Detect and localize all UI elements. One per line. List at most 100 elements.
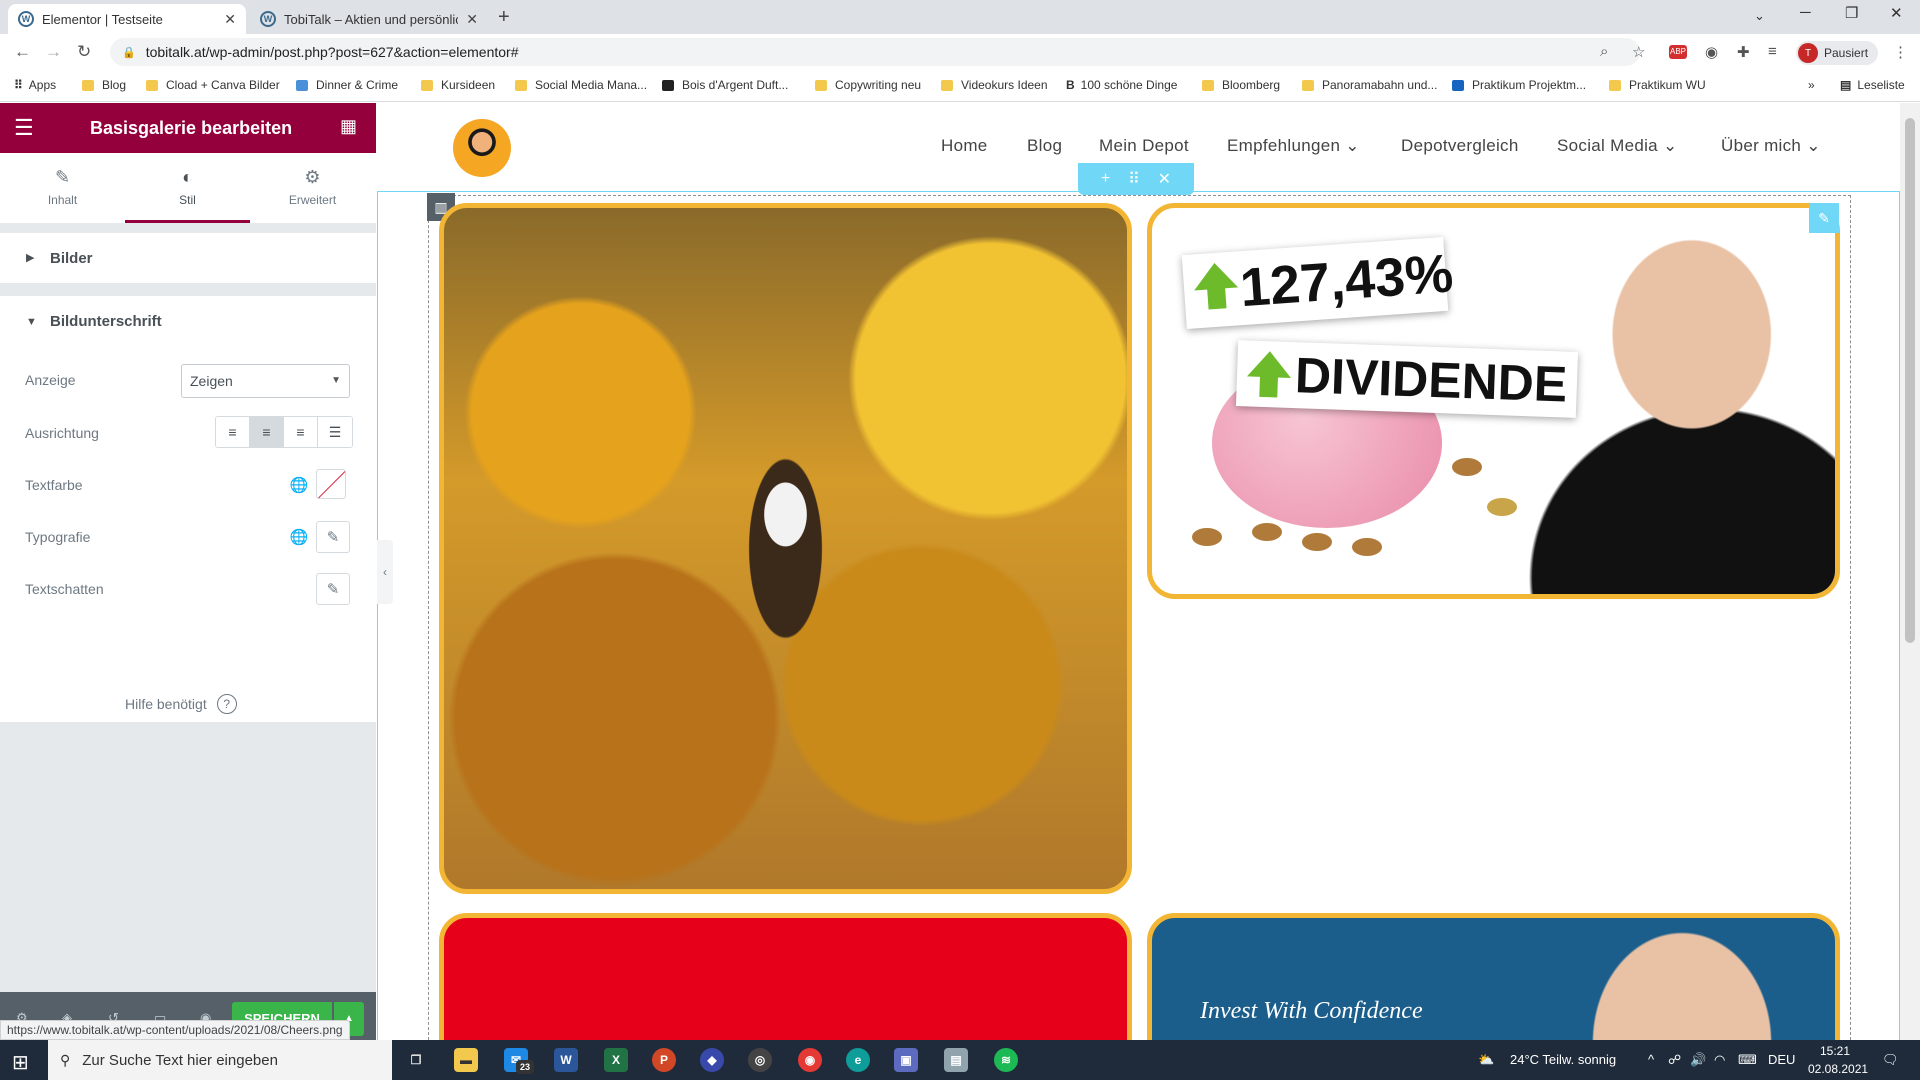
drag-handle-icon[interactable]: ⠿: [1128, 169, 1140, 189]
reload-icon[interactable]: ↻: [77, 42, 91, 62]
forward-icon[interactable]: →: [45, 42, 62, 62]
bookmark-star-icon[interactable]: ☆: [1632, 43, 1645, 61]
align-right-icon[interactable]: ≡: [284, 417, 318, 447]
b-icon: B: [1066, 78, 1075, 92]
task-view-icon[interactable]: ❐: [404, 1048, 428, 1072]
tab-erweitert[interactable]: ⚙ Erweitert: [250, 153, 375, 223]
delete-section-icon[interactable]: ✕: [1158, 169, 1171, 189]
edge-icon[interactable]: e: [846, 1048, 870, 1072]
tab-tobitalk[interactable]: W TobiTalk – Aktien und persönliche ✕: [250, 4, 488, 34]
globe-icon[interactable]: 🌐: [282, 469, 316, 501]
media-icon[interactable]: ≡: [1768, 43, 1777, 60]
site-logo[interactable]: [453, 119, 511, 177]
grammarly-icon[interactable]: ◉: [1705, 43, 1718, 61]
align-left-icon[interactable]: ≡: [216, 417, 250, 447]
taskbar-search[interactable]: ⚲ Zur Suche Text hier eingeben: [48, 1040, 392, 1080]
file-explorer-icon[interactable]: ▬: [454, 1048, 478, 1072]
nav-mein-depot[interactable]: Mein Depot: [1099, 136, 1189, 156]
reading-list[interactable]: ▤ Leseliste: [1840, 78, 1905, 92]
weather-icon[interactable]: ⛅: [1478, 1052, 1494, 1068]
bookmark-item[interactable]: Blog: [82, 78, 126, 92]
bookmark-item[interactable]: Praktikum Projektm...: [1452, 78, 1586, 92]
bookmark-item[interactable]: Copywriting neu: [815, 78, 921, 92]
collapse-panel-icon[interactable]: ‹: [377, 540, 393, 604]
section-bilder[interactable]: ▶ Bilder: [0, 233, 376, 283]
zoom-icon[interactable]: ⌕: [1600, 43, 1608, 60]
close-tab-icon[interactable]: ✕: [224, 11, 236, 28]
obs-icon[interactable]: ◎: [748, 1048, 772, 1072]
anzeige-select[interactable]: Zeigen ▼: [181, 364, 350, 398]
restore-icon[interactable]: ❐: [1845, 4, 1858, 22]
window-close-icon[interactable]: ✕: [1890, 4, 1903, 22]
nav-blog[interactable]: Blog: [1027, 136, 1062, 156]
language-indicator[interactable]: DEU: [1768, 1052, 1795, 1067]
wifi-icon[interactable]: ◠: [1714, 1052, 1725, 1068]
minimize-icon[interactable]: ─: [1800, 4, 1811, 21]
windows-start-icon[interactable]: ⊞: [12, 1050, 29, 1075]
spotify-icon[interactable]: ≋: [994, 1048, 1018, 1072]
powerpoint-icon[interactable]: P: [652, 1048, 676, 1072]
nav-home[interactable]: Home: [941, 136, 988, 156]
nav-ueber-mich[interactable]: Über mich ⌄: [1721, 136, 1821, 156]
close-tab-icon[interactable]: ✕: [466, 11, 478, 28]
profile-button[interactable]: T Pausiert: [1796, 41, 1879, 65]
align-center-icon[interactable]: ≡: [250, 417, 284, 447]
more-bookmarks-icon[interactable]: »: [1808, 78, 1815, 92]
nav-social-media[interactable]: Social Media ⌄: [1557, 136, 1678, 156]
nav-depotvergleich[interactable]: Depotvergleich: [1401, 136, 1519, 156]
bookmark-apps[interactable]: ⠿ Apps: [14, 78, 56, 92]
kebab-menu-icon[interactable]: ⋮: [1893, 43, 1908, 61]
tray-chevron-icon[interactable]: ^: [1648, 1052, 1654, 1067]
nav-empfehlungen[interactable]: Empfehlungen ⌄: [1227, 136, 1360, 156]
volume-icon[interactable]: 🔊: [1690, 1052, 1706, 1068]
pencil-icon[interactable]: ✎: [316, 521, 350, 553]
tab-elementor[interactable]: W Elementor | Testseite ✕: [8, 4, 246, 34]
align-justify-icon[interactable]: ☰: [318, 417, 352, 447]
hamburger-menu-icon[interactable]: ☰: [14, 115, 34, 141]
clock-time[interactable]: 15:21: [1820, 1044, 1850, 1058]
gallery-image-invest[interactable]: Invest With Confidence: [1147, 913, 1840, 1040]
tab-search-icon[interactable]: ⌄: [1754, 8, 1765, 24]
bookmark-item[interactable]: Videokurs Ideen: [941, 78, 1048, 92]
gallery-image-dividend[interactable]: 127,43% DIVIDENDE: [1147, 203, 1840, 599]
color-picker-empty[interactable]: [316, 469, 346, 499]
chevron-down-icon: ▼: [331, 375, 341, 386]
widgets-grid-icon[interactable]: ▦: [340, 116, 357, 137]
bookmark-item[interactable]: Bois d'Argent Duft...: [662, 78, 788, 92]
extensions-icon[interactable]: ✚: [1737, 43, 1750, 61]
excel-icon[interactable]: X: [604, 1048, 628, 1072]
tab-stil[interactable]: ◐ Stil: [125, 153, 250, 223]
address-bar[interactable]: 🔒 tobitalk.at/wp-admin/post.php?post=627…: [110, 38, 1640, 66]
bookmark-item[interactable]: Praktikum WU: [1609, 78, 1706, 92]
weather-text[interactable]: 24°C Teilw. sonnig: [1510, 1052, 1616, 1067]
add-section-icon[interactable]: +: [1101, 170, 1110, 188]
bookmark-item[interactable]: Panoramabahn und...: [1302, 78, 1437, 92]
edit-widget-pencil-icon[interactable]: ✎: [1809, 203, 1839, 233]
clock-date[interactable]: 02.08.2021: [1808, 1062, 1868, 1076]
bookmark-item[interactable]: B 100 schöne Dinge: [1066, 78, 1177, 92]
app-icon[interactable]: ◆: [700, 1048, 724, 1072]
bookmark-item[interactable]: Bloomberg: [1202, 78, 1280, 92]
gallery-image-red[interactable]: [439, 913, 1132, 1040]
scrollbar-thumb[interactable]: [1905, 118, 1915, 643]
globe-icon[interactable]: 🌐: [282, 521, 316, 553]
new-tab-icon[interactable]: +: [498, 6, 510, 29]
back-icon[interactable]: ←: [14, 42, 31, 62]
network-icon[interactable]: ☍: [1668, 1052, 1681, 1068]
bookmark-item[interactable]: Kursideen: [421, 78, 495, 92]
chrome-icon[interactable]: ◉: [798, 1048, 822, 1072]
word-icon[interactable]: W: [554, 1048, 578, 1072]
adblock-icon[interactable]: ABP: [1669, 45, 1687, 59]
section-title[interactable]: Bildunterschrift: [0, 296, 376, 346]
app-icon[interactable]: ▣: [894, 1048, 918, 1072]
keyboard-icon[interactable]: ⌨: [1738, 1052, 1757, 1068]
bookmark-item[interactable]: Dinner & Crime: [296, 78, 398, 92]
tab-inhalt[interactable]: ✎ Inhalt: [0, 153, 125, 223]
app-icon[interactable]: ▤: [944, 1048, 968, 1072]
bookmark-item[interactable]: Cload + Canva Bilder: [146, 78, 280, 92]
notifications-icon[interactable]: 🗨: [1882, 1052, 1899, 1068]
bookmark-item[interactable]: Social Media Mana...: [515, 78, 647, 92]
gallery-image-autumn[interactable]: [439, 203, 1132, 894]
pencil-icon[interactable]: ✎: [316, 573, 350, 605]
help-link[interactable]: Hilfe benötigt ?: [125, 694, 237, 714]
